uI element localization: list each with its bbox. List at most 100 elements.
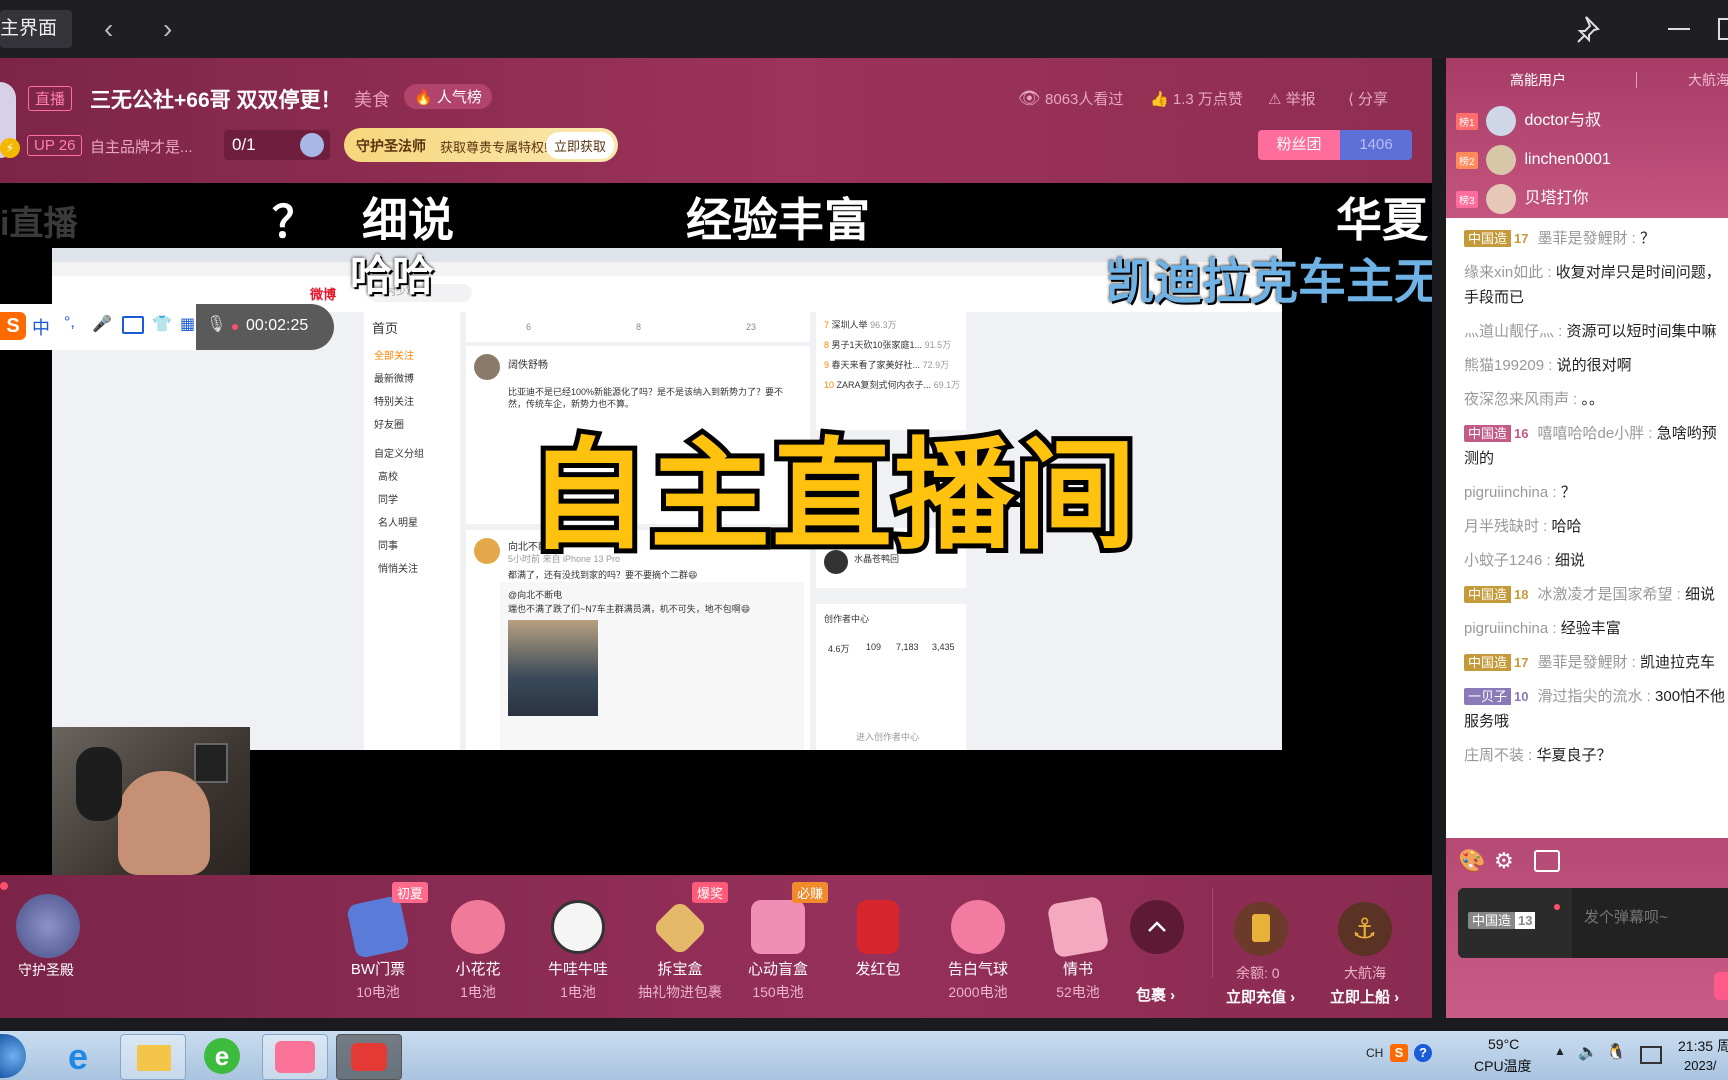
share-button[interactable]: ⟨ 分享 (1348, 88, 1388, 109)
popularity-rank-badge[interactable]: 🔥 人气榜 (404, 84, 492, 109)
chat-username[interactable]: 墨菲是發鯉財 (1537, 654, 1627, 671)
forward-button[interactable]: › (163, 14, 172, 44)
home-tab[interactable]: 主界面 (0, 10, 72, 48)
chat-message[interactable]: pigruiinchina : ？ (1446, 476, 1728, 510)
browser-360-icon[interactable]: e (192, 1034, 256, 1078)
chat-username[interactable]: 缘来xin如此 (1464, 264, 1543, 281)
back-button[interactable]: ‹ (104, 14, 113, 44)
fan-medal[interactable]: 中国造 16 (1464, 425, 1532, 442)
apps-icon[interactable]: ▦ (180, 314, 195, 334)
maximize-button[interactable] (1718, 18, 1728, 40)
tray-expand-icon[interactable]: ▲ (1554, 1044, 1566, 1058)
chat-username[interactable]: 冰激凌才是国家希望 (1537, 586, 1672, 603)
palette-icon[interactable]: 🎨 (1458, 848, 1485, 874)
chat-message[interactable]: 中国造 17 墨菲是發鯉財 : 凯迪拉克车 (1446, 646, 1728, 680)
fanclub-button[interactable]: 粉丝团 1406 (1258, 130, 1412, 160)
chat-username[interactable]: 熊猫199209 (1464, 357, 1544, 374)
network-icon[interactable] (1640, 1046, 1662, 1064)
rank-item[interactable]: 榜3 贝塔打你 (1456, 184, 1588, 214)
chat-message[interactable]: 庄周不装 : 华夏良子？ (1446, 739, 1728, 773)
fan-medal[interactable]: 中国造 17 (1464, 230, 1532, 247)
rank-item[interactable]: 榜1 doctor与叔 (1456, 106, 1601, 136)
gift-item[interactable]: 小花花 1电池 (428, 900, 528, 1002)
recharge-button[interactable]: 立即充值 › (1226, 986, 1295, 1007)
danmaku-list[interactable]: 中国造 17 墨菲是發鯉財 : ？缘来xin如此 : 收复对岸只是时间问题，手段而已… (1446, 222, 1728, 836)
likes-count[interactable]: 👍 1.3 万点赞 (1150, 88, 1243, 109)
tab-dahanghai[interactable]: 大航海 (1688, 70, 1728, 90)
task-counter[interactable]: 0/1 (224, 130, 330, 160)
send-button[interactable] (1714, 972, 1728, 1000)
expand-gifts-button[interactable] (1130, 900, 1184, 954)
language-indicator[interactable]: CH (1366, 1046, 1383, 1060)
volume-icon[interactable]: 🔈 (1578, 1042, 1598, 1062)
chat-message[interactable]: 熊猫199209 : 说的很对啊 (1446, 349, 1728, 383)
ie-icon[interactable]: e (56, 1034, 120, 1078)
ime-toolbar[interactable]: S 中 °, 🎤 👕 ▦ 🎙 00:02:25 (0, 304, 334, 350)
sogou-tray-icon[interactable]: S (1390, 1044, 1408, 1062)
bilibili-icon[interactable] (262, 1034, 328, 1080)
tab-high-energy[interactable]: 高能用户 (1510, 70, 1566, 90)
chat-username[interactable]: pigruiinchina (1464, 484, 1548, 501)
clock-date[interactable]: 2023/ (1684, 1058, 1717, 1073)
chat-username[interactable]: 月半残缺时 (1464, 518, 1539, 535)
chat-message[interactable]: 夜深忽来风雨声 : 。。 (1446, 383, 1728, 417)
user-avatar (1486, 145, 1517, 175)
gift-item[interactable]: 发红包 (828, 900, 928, 982)
category-link[interactable]: 美食 (354, 86, 390, 112)
report-button[interactable]: ⚠ 举报 (1268, 88, 1316, 109)
chat-message[interactable]: 一贝子 10 滑过指尖的流水 : 300怕不他服务哦 (1446, 680, 1728, 739)
chat-username[interactable]: 滑过指尖的流水 (1537, 688, 1642, 705)
message-icon[interactable] (1534, 850, 1560, 872)
chat-username[interactable]: 灬道山靓仔灬 (1464, 323, 1554, 340)
board-ship-button[interactable]: 立即上船 › (1330, 986, 1399, 1007)
screen-recorder-icon[interactable] (336, 1034, 402, 1080)
microphone-icon[interactable]: 🎤 (92, 314, 112, 334)
chat-message[interactable]: 中国造 16 嘻嘻哈哈de小胖 : 急啥哟预测的 (1446, 417, 1728, 476)
chat-username[interactable]: 墨菲是發鯉財 (1537, 230, 1627, 247)
fan-medal[interactable]: 中国造 18 (1464, 586, 1532, 603)
guard-palace-label[interactable]: 守护圣殿 (18, 960, 74, 980)
guard-promo-banner[interactable]: 守护圣法师 获取尊贵专属特权! 立即获取 (344, 128, 618, 162)
hot-rank: 10 (824, 380, 835, 390)
chat-username[interactable]: 夜深忽来风雨声 (1464, 391, 1569, 408)
package-button[interactable]: 包裹 › (1136, 984, 1175, 1005)
keyboard-icon[interactable] (122, 316, 144, 334)
clock-time[interactable]: 21:35 周 (1678, 1036, 1728, 1056)
nav-group: 高校 (378, 472, 398, 483)
medal-selector[interactable]: 中国造 13 (1458, 888, 1572, 958)
chat-message[interactable]: pigruiinchina : 经验丰富 (1446, 612, 1728, 646)
gift-item[interactable]: 拆宝盒 抽礼物进包裹 (628, 899, 732, 1002)
qq-icon[interactable]: 🐧 (1606, 1042, 1626, 1062)
chat-username[interactable]: 庄周不装 (1464, 747, 1524, 764)
danmaku-input-box[interactable]: 中国造 13 (1458, 888, 1728, 958)
gift-item[interactable]: 心动盲盒 150电池 (728, 900, 828, 1002)
chat-message[interactable]: 灬道山靓仔灬 : 资源可以短时间集中嘛 (1446, 315, 1728, 349)
ime-language[interactable]: 中 (32, 314, 50, 340)
gift-item[interactable]: BW门票 10电池 (328, 894, 428, 1002)
gift-item[interactable]: 情书 52电池 (1028, 895, 1128, 1002)
file-explorer-icon[interactable] (120, 1034, 186, 1080)
settings-icon[interactable]: ⚙ (1494, 848, 1514, 874)
rank-item[interactable]: 榜2 linchen0001 (1456, 145, 1611, 175)
windows-taskbar (0, 1031, 1728, 1080)
chat-username[interactable]: 嘻嘻哈哈de小胖 (1537, 425, 1644, 442)
skin-icon[interactable]: 👕 (152, 314, 172, 334)
chat-message[interactable]: 中国造 18 冰激凌才是国家希望 : 细说 (1446, 578, 1728, 612)
gift-item[interactable]: 告白气球 2000电池 (928, 900, 1028, 1002)
punctuation-icon[interactable]: °, (64, 314, 75, 332)
minimize-button[interactable] (1668, 28, 1690, 30)
fan-medal[interactable]: 一贝子 10 (1464, 688, 1532, 705)
chat-message[interactable]: 月半残缺时 : 哈哈 (1446, 510, 1728, 544)
fan-medal[interactable]: 中国造 17 (1464, 654, 1532, 671)
danmaku-input[interactable] (1582, 904, 1726, 930)
chat-message[interactable]: 中国造 17 墨菲是發鯉財 : ？ (1446, 222, 1728, 256)
chat-message[interactable]: 缘来xin如此 : 收复对岸只是时间问题，手段而已 (1446, 256, 1728, 315)
pin-icon[interactable] (1576, 14, 1604, 51)
guard-claim-button[interactable]: 立即获取 (545, 132, 614, 159)
chat-message[interactable]: 小蚊子1246 : 细说 (1446, 544, 1728, 578)
gift-item[interactable]: 牛哇牛哇 1电池 (528, 900, 628, 1002)
chat-username[interactable]: pigruiinchina (1464, 620, 1548, 637)
chat-username[interactable]: 小蚊子1246 (1464, 552, 1542, 569)
help-icon[interactable]: ? (1414, 1044, 1432, 1062)
guard-palace-icon[interactable] (16, 894, 80, 958)
